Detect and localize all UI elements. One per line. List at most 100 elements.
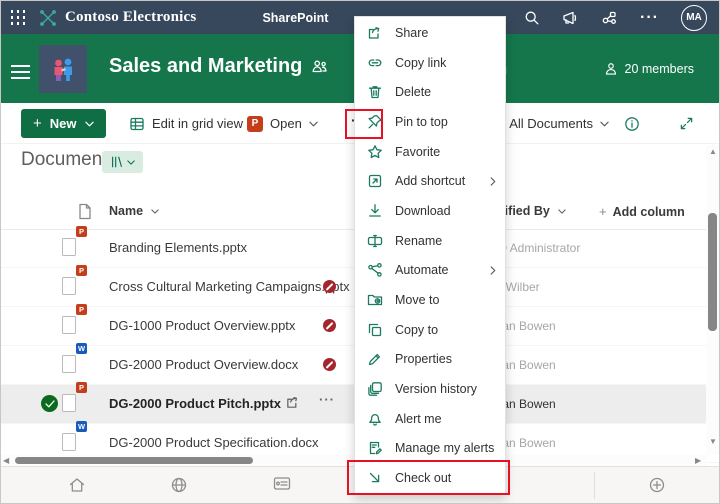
expand-icon[interactable] [679,116,694,131]
menu-item-pin-to-top[interactable]: Pin to top [355,107,505,137]
new-button[interactable]: + New [21,109,106,138]
chevron-down-icon [600,121,609,126]
share-row-icon[interactable] [285,395,301,410]
check-out-icon [367,470,383,486]
vertical-scrollbar[interactable]: ▲ ▼ [706,145,719,455]
contoso-logo-icon [38,8,58,28]
view-toggle[interactable] [102,151,143,173]
menu-item-label: Copy link [395,55,447,70]
site-logo[interactable] [39,45,87,93]
favorite-icon [367,144,383,160]
brand-name: Contoso Electronics [65,9,197,25]
account-avatar[interactable]: MA [681,4,707,31]
menu-item-label: Check out [395,471,452,486]
sharepoint-window: Contoso Electronics SharePoint ··· MA Sa… [0,0,720,504]
app-launcher-icon[interactable] [10,10,26,26]
menu-item-copy-to[interactable]: Copy to [355,315,505,345]
grid-icon [129,116,145,132]
menu-item-download[interactable]: Download [355,196,505,226]
menu-item-manage-my-alerts[interactable]: Manage my alerts [355,434,505,464]
plus-icon: + [33,115,42,132]
members-button[interactable]: 20 members [604,62,694,76]
vertical-scrollbar-thumb[interactable] [708,213,717,331]
megaphone-icon[interactable] [562,10,579,26]
blocked-icon [323,280,336,293]
file-name: DG-1000 Product Overview.pptx [109,318,296,333]
menu-item-label: Favorite [395,144,441,159]
automate-icon [367,262,383,278]
scroll-up-arrow[interactable]: ▲ [709,147,717,156]
open-button[interactable]: P Open [247,109,318,138]
menu-item-favorite[interactable]: Favorite [355,137,505,167]
chevron-down-icon [309,121,318,126]
menu-item-label: Properties [395,352,452,367]
menu-item-copy-link[interactable]: Copy link [355,48,505,78]
submenu-chevron-icon [490,266,496,275]
scroll-left-arrow[interactable]: ◀ [3,456,9,465]
pin-icon [367,114,383,130]
add-circle-icon[interactable] [648,476,666,494]
hamburger-menu-icon[interactable] [11,61,30,83]
menu-item-version-history[interactable]: Version history [355,374,505,404]
row-more-icon[interactable]: ··· [319,392,335,407]
manage-alerts-icon [367,440,383,456]
menu-item-label: Add shortcut [395,174,466,189]
file-name: DG-2000 Product Overview.docx [109,357,299,372]
add-column-button[interactable]: + Add column [599,204,685,219]
edit-grid-view-button[interactable]: Edit in grid view [129,109,243,138]
blocked-icon [323,358,336,371]
menu-item-move-to[interactable]: Move to [355,285,505,315]
open-label: Open [270,116,302,131]
product-name[interactable]: SharePoint [262,11,328,25]
connections-icon[interactable] [601,10,618,26]
blocked-icon [323,319,336,332]
share-icon [367,25,383,41]
menu-item-check-out[interactable]: Check out [355,463,505,493]
search-icon[interactable] [524,10,540,26]
site-title[interactable]: Sales and Marketing [109,55,302,78]
delete-icon [367,84,383,100]
chevron-down-icon [151,208,159,214]
context-menu: Share Copy link Delete Pin to top Favori… [354,16,506,495]
menu-item-add-shortcut[interactable]: Add shortcut [355,166,505,196]
menu-item-label: Manage my alerts [395,441,495,456]
menu-item-automate[interactable]: Automate [355,256,505,286]
add-shortcut-icon [367,173,383,189]
file-name: DG-2000 Product Pitch.pptx [109,396,281,411]
scroll-right-arrow[interactable]: ▶ [695,456,701,465]
menu-item-label: Move to [395,293,440,308]
globe-icon[interactable] [170,476,188,494]
plus-icon: + [599,204,607,219]
chevron-down-icon [84,121,94,126]
menu-item-properties[interactable]: Properties [355,345,505,375]
menu-item-label: Share [395,25,429,40]
alert-icon [367,411,383,427]
menu-item-rename[interactable]: Rename [355,226,505,256]
file-type-column-icon[interactable] [78,203,92,220]
person-icon [604,62,618,76]
copy-to-icon [367,322,383,338]
info-icon[interactable] [624,116,640,132]
menu-item-label: Download [395,203,451,218]
bottom-bar-divider [594,472,595,499]
selected-check-icon[interactable] [41,395,58,412]
menu-item-label: Alert me [395,411,442,426]
teams-icon [311,59,328,75]
move-to-icon [367,292,383,308]
more-options-icon[interactable]: ··· [640,9,659,27]
menu-item-share[interactable]: Share [355,18,505,48]
horizontal-scrollbar-thumb[interactable] [15,457,253,464]
column-header-name[interactable]: Name [109,204,159,218]
shelf-view-icon [112,156,122,168]
menu-item-label: Rename [395,233,443,248]
home-icon[interactable] [68,476,86,494]
brand-logo: Contoso Electronics [38,8,196,28]
menu-item-label: Pin to top [395,114,448,129]
card-icon[interactable] [273,476,291,491]
menu-item-alert-me[interactable]: Alert me [355,404,505,434]
menu-item-delete[interactable]: Delete [355,77,505,107]
scroll-down-arrow[interactable]: ▼ [709,437,717,446]
view-selector-label: All Documents [509,116,593,131]
members-label: 20 members [624,62,694,76]
menu-item-label: Version history [395,382,477,397]
